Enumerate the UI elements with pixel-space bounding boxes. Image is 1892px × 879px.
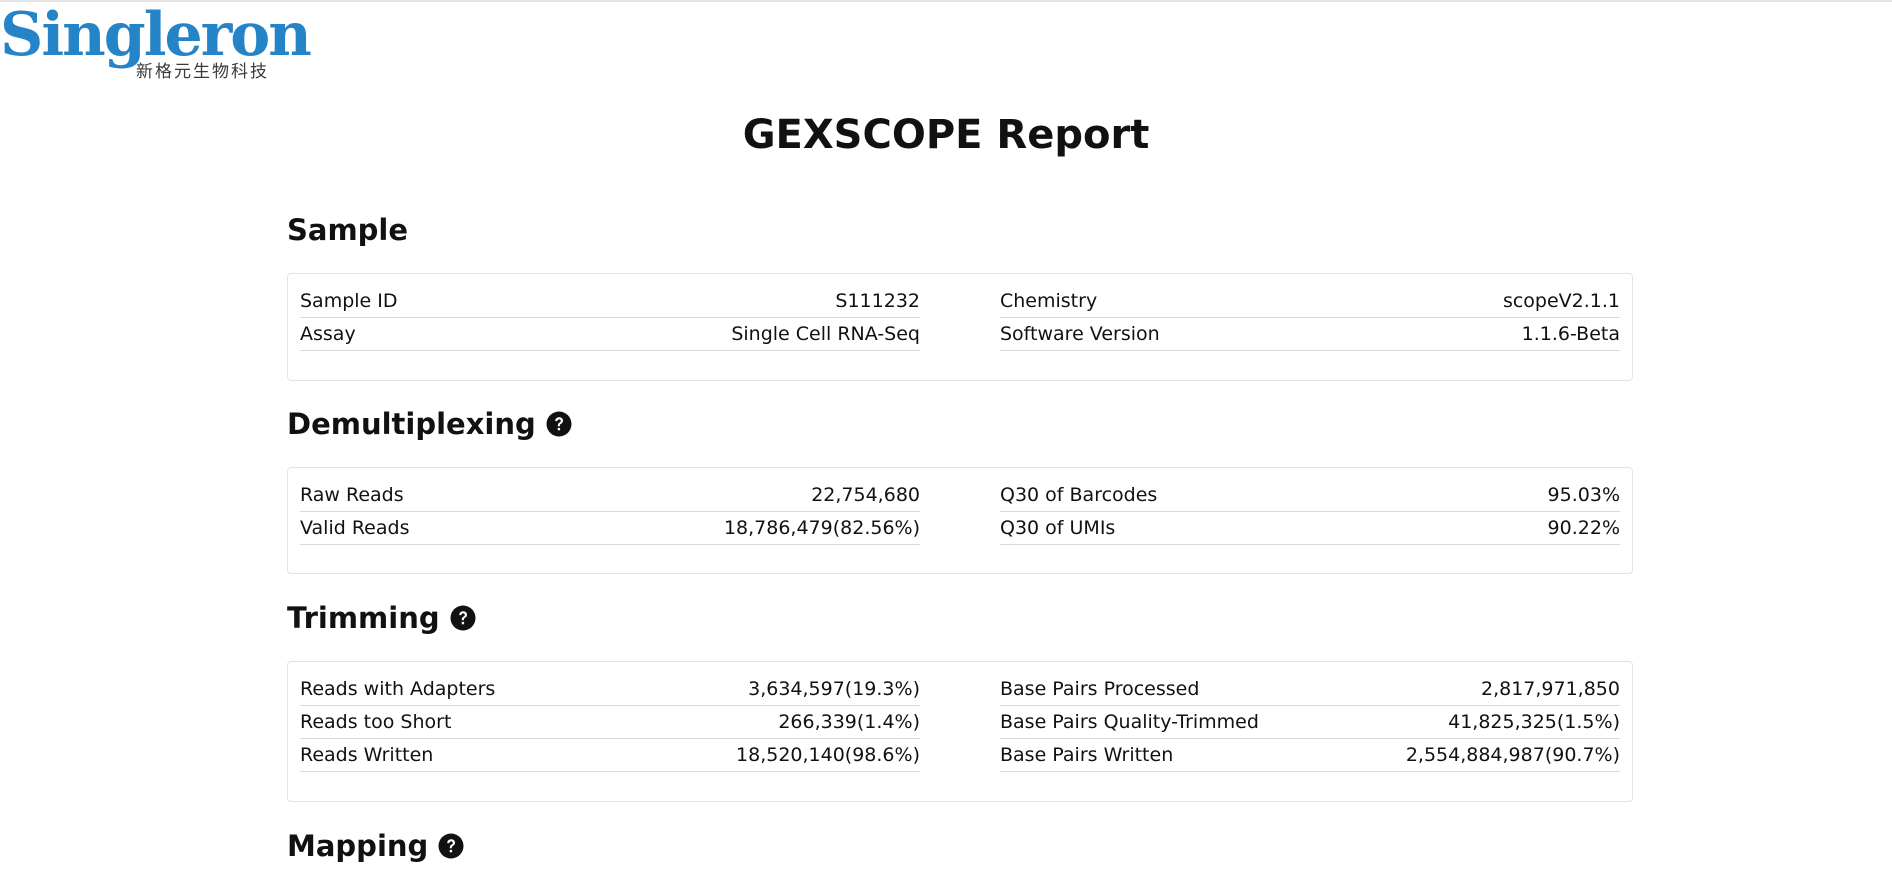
row-label: Reads too Short (300, 711, 452, 733)
table-row: Sample ID S111232 (300, 285, 920, 318)
row-label: Base Pairs Written (1000, 744, 1174, 766)
table-row: Reads Written 18,520,140(98.6%) (300, 739, 920, 772)
section-title-text: Mapping (287, 829, 429, 863)
sample-card: Sample ID S111232 Assay Single Cell RNA-… (287, 273, 1633, 381)
report-page: Singleron 新格元生物科技 GEXSCOPE Report Sample… (0, 0, 1892, 879)
question-circle-icon[interactable] (450, 605, 476, 631)
row-value: 2,554,884,987(90.7%) (1405, 744, 1620, 766)
row-value: 3,634,597(19.3%) (748, 678, 920, 700)
trimming-right-column: Base Pairs Processed 2,817,971,850 Base … (1000, 673, 1620, 772)
row-value: 18,520,140(98.6%) (736, 744, 920, 766)
section-title-text: Trimming (287, 601, 440, 635)
section-title-sample: Sample (287, 212, 408, 248)
section-title-demultiplexing: Demultiplexing (287, 406, 572, 442)
row-label: Base Pairs Quality-Trimmed (1000, 711, 1259, 733)
row-label: Q30 of Barcodes (1000, 484, 1158, 506)
logo-subtitle: 新格元生物科技 (136, 62, 269, 82)
table-row: Raw Reads 22,754,680 (300, 479, 920, 512)
section-title-trimming: Trimming (287, 600, 476, 636)
demultiplexing-left-column: Raw Reads 22,754,680 Valid Reads 18,786,… (300, 479, 920, 545)
table-row: Software Version 1.1.6-Beta (1000, 318, 1620, 351)
trimming-left-column: Reads with Adapters 3,634,597(19.3%) Rea… (300, 673, 920, 772)
row-label: Valid Reads (300, 517, 410, 539)
row-label: Base Pairs Processed (1000, 678, 1200, 700)
table-row: Reads with Adapters 3,634,597(19.3%) (300, 673, 920, 706)
row-value: 18,786,479(82.56%) (723, 517, 920, 539)
row-value: 2,817,971,850 (1480, 678, 1620, 700)
row-value: 95.03% (1547, 484, 1620, 506)
row-label: Software Version (1000, 323, 1160, 345)
table-row: Chemistry scopeV2.1.1 (1000, 285, 1620, 318)
row-label: Reads Written (300, 744, 434, 766)
row-value: Single Cell RNA-Seq (731, 323, 920, 345)
table-row: Reads too Short 266,339(1.4%) (300, 706, 920, 739)
singleron-logo: Singleron 新格元生物科技 (0, 4, 312, 82)
row-value: 266,339(1.4%) (778, 711, 920, 733)
row-label: Sample ID (300, 290, 398, 312)
trimming-card: Reads with Adapters 3,634,597(19.3%) Rea… (287, 661, 1633, 802)
row-value: 1.1.6-Beta (1521, 323, 1620, 345)
question-circle-icon[interactable] (438, 833, 464, 859)
table-row: Valid Reads 18,786,479(82.56%) (300, 512, 920, 545)
row-value: scopeV2.1.1 (1502, 290, 1620, 312)
row-value: S111232 (835, 290, 920, 312)
section-title-text: Sample (287, 213, 409, 247)
table-row: Base Pairs Quality-Trimmed 41,825,325(1.… (1000, 706, 1620, 739)
section-title-mapping: Mapping (287, 828, 464, 864)
table-row: Q30 of Barcodes 95.03% (1000, 479, 1620, 512)
sample-left-column: Sample ID S111232 Assay Single Cell RNA-… (300, 285, 920, 351)
row-value: 90.22% (1547, 517, 1620, 539)
sample-right-column: Chemistry scopeV2.1.1 Software Version 1… (1000, 285, 1620, 351)
table-row: Q30 of UMIs 90.22% (1000, 512, 1620, 545)
row-label: Raw Reads (300, 484, 404, 506)
table-row: Assay Single Cell RNA-Seq (300, 318, 920, 351)
row-label: Chemistry (1000, 290, 1098, 312)
table-row: Base Pairs Written 2,554,884,987(90.7%) (1000, 739, 1620, 772)
row-label: Reads with Adapters (300, 678, 496, 700)
table-row: Base Pairs Processed 2,817,971,850 (1000, 673, 1620, 706)
demultiplexing-card: Raw Reads 22,754,680 Valid Reads 18,786,… (287, 467, 1633, 574)
question-circle-icon[interactable] (546, 411, 572, 437)
demultiplexing-right-column: Q30 of Barcodes 95.03% Q30 of UMIs 90.22… (1000, 479, 1620, 545)
report-title: GEXSCOPE Report (742, 112, 1150, 158)
logo-wordmark: Singleron (0, 0, 312, 70)
row-label: Assay (300, 323, 356, 345)
row-value: 22,754,680 (811, 484, 920, 506)
section-title-text: Demultiplexing (287, 407, 536, 441)
row-value: 41,825,325(1.5%) (1448, 711, 1620, 733)
row-label: Q30 of UMIs (1000, 517, 1116, 539)
